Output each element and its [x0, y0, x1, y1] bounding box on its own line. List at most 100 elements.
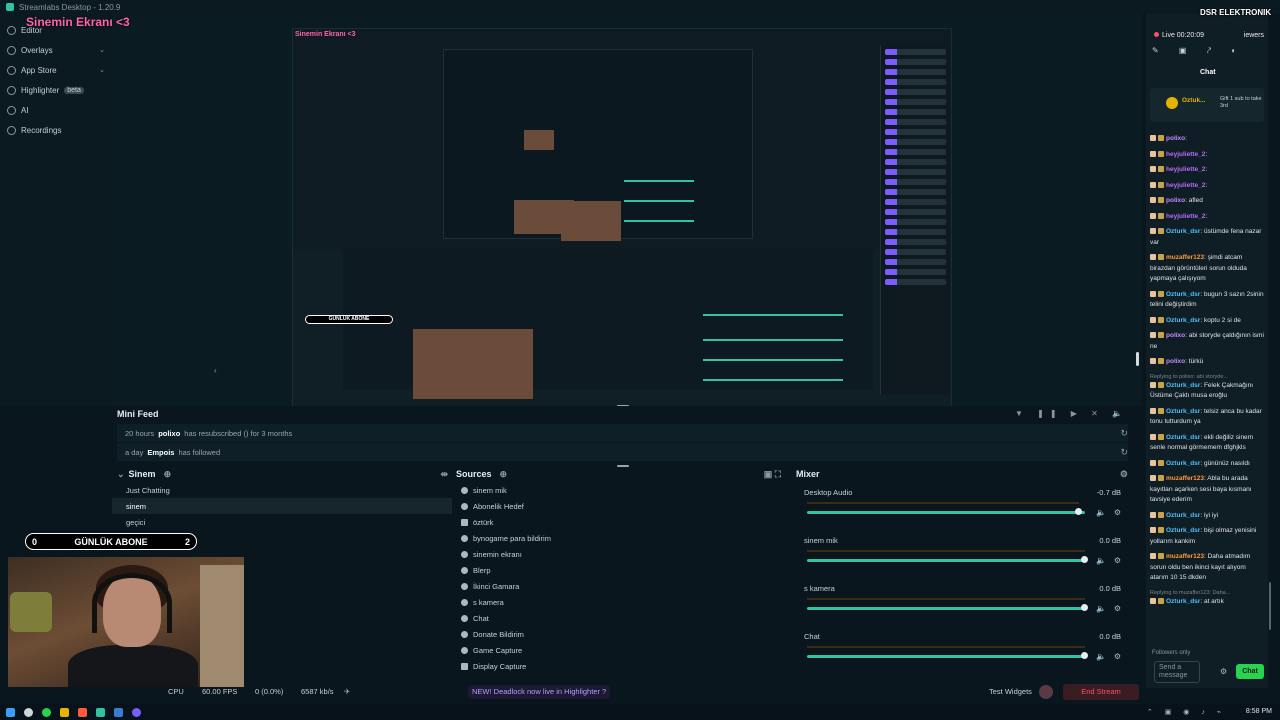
gear-icon[interactable]: ⚙: [1114, 508, 1121, 517]
sidebar-item-highlighter[interactable]: Highlighter beta: [0, 80, 112, 100]
collapse-sidebar-icon[interactable]: ‹: [214, 366, 217, 375]
volume-knob[interactable]: [1081, 604, 1088, 611]
discord-icon[interactable]: [132, 707, 141, 717]
gift-badge-icon: [1158, 332, 1164, 338]
test-widgets-button[interactable]: Test Widgets: [989, 687, 1032, 696]
gear-icon[interactable]: ⚙: [1120, 469, 1128, 480]
streamlabs-icon[interactable]: [96, 707, 105, 717]
chat-username[interactable]: polixo: [1166, 135, 1185, 142]
windows-start-icon[interactable]: [6, 707, 15, 717]
sub-badge-icon: [1150, 358, 1156, 364]
source-item[interactable]: s kamera: [452, 594, 787, 610]
chat-username[interactable]: Ozturk_dsr: [1166, 317, 1200, 324]
speaker-icon[interactable]: 🔈: [1096, 556, 1106, 565]
chat-username[interactable]: muzaffer123: [1166, 254, 1204, 261]
gear-icon[interactable]: ⚙: [1114, 652, 1121, 661]
chat-username[interactable]: heyjuliette_2: [1166, 182, 1205, 189]
chat-message: Ozturk_dsr: gününüz nasıldı: [1150, 459, 1264, 470]
scene-item[interactable]: geçici: [112, 514, 452, 530]
sidebar-item-recordings[interactable]: Recordings: [0, 120, 112, 140]
feed-controls[interactable]: ▼ ❚❚ ▶ ✕ 🔈: [1015, 409, 1128, 418]
sub-badge-icon: [1150, 433, 1156, 440]
gear-icon[interactable]: ⚙: [1220, 667, 1227, 676]
source-item[interactable]: Display Capture: [452, 658, 787, 674]
sidebar-item-ai[interactable]: AI: [0, 100, 112, 120]
volume-slider[interactable]: [807, 511, 1085, 514]
record-button[interactable]: [1039, 685, 1053, 699]
chat-username[interactable]: muzaffer123: [1166, 475, 1204, 482]
speaker-icon[interactable]: 🔈: [1096, 604, 1106, 613]
source-item[interactable]: öztürk: [452, 514, 787, 530]
chat-resize-handle[interactable]: [1136, 352, 1139, 366]
sidebar-item-app-store[interactable]: App Store ⌄: [0, 60, 112, 80]
chat-username[interactable]: polixo: [1166, 332, 1185, 339]
chat-username[interactable]: heyjuliette_2: [1166, 151, 1205, 158]
scene-collection-title[interactable]: Sinem: [129, 469, 156, 479]
sub-badge-icon: [1150, 135, 1156, 141]
sidebar-item-overlays[interactable]: Overlays ⌄: [0, 40, 112, 60]
highlighter-announcement[interactable]: NEW! Deadlock now live in Highlighter ?: [468, 685, 611, 699]
end-stream-button[interactable]: End Stream: [1063, 684, 1139, 700]
volume-knob[interactable]: [1081, 652, 1088, 659]
source-item[interactable]: Blerp: [452, 562, 787, 578]
chat-username[interactable]: muzaffer123: [1166, 553, 1204, 560]
chat-username[interactable]: polixo: [1166, 197, 1185, 204]
source-item[interactable]: sinem mik: [452, 482, 787, 498]
source-item[interactable]: Donate Bildirim: [452, 626, 787, 642]
chat-username[interactable]: Ozturk_dsr: [1166, 460, 1200, 467]
chat-username[interactable]: Ozturk_dsr: [1166, 228, 1200, 235]
source-item[interactable]: Game Capture: [452, 642, 787, 658]
system-tray[interactable]: ⌃ ▣ ◉ ♪ ⌁: [1147, 708, 1226, 716]
scene-item-active[interactable]: sinem: [112, 498, 452, 514]
chat-username[interactable]: Ozturk_dsr: [1166, 598, 1200, 605]
scene-item[interactable]: Just Chatting: [112, 482, 452, 498]
chat-username[interactable]: Ozturk_dsr: [1166, 382, 1200, 389]
feed-user[interactable]: Empois: [147, 448, 174, 457]
gift-badge-icon: [1158, 181, 1164, 188]
volume-slider[interactable]: [807, 655, 1085, 658]
gear-icon[interactable]: ⚙: [1114, 604, 1121, 613]
channel-db: -0.7 dB: [1096, 488, 1121, 497]
stream-preview[interactable]: Sinemin Ekranı <3 GÜNLÜK ABONE ‹: [112, 14, 1142, 412]
chat-username[interactable]: polixo: [1166, 358, 1185, 365]
volume-slider[interactable]: [807, 559, 1085, 562]
chat-username[interactable]: heyjuliette_2: [1166, 213, 1205, 220]
add-scene-icon[interactable]: ⊕: [164, 469, 172, 480]
add-source-icon[interactable]: ⊕: [500, 469, 508, 480]
source-item[interactable]: Chat: [452, 610, 787, 626]
chat-username[interactable]: Ozturk_dsr: [1166, 512, 1200, 519]
leader-name: Oztuk...: [1182, 97, 1206, 104]
browser-icon[interactable]: [78, 707, 87, 717]
source-item[interactable]: sinemin ekranı: [452, 546, 787, 562]
chat-username[interactable]: Ozturk_dsr: [1166, 527, 1200, 534]
app-icon[interactable]: [114, 707, 123, 717]
chat-toolbar[interactable]: ✎ ▣ ⤤ ◐: [1152, 46, 1268, 56]
chat-tab[interactable]: Chat: [1200, 69, 1216, 76]
whatsapp-icon[interactable]: [42, 707, 51, 717]
search-icon[interactable]: [24, 707, 33, 717]
feed-user[interactable]: polixo: [158, 429, 180, 438]
chat-username[interactable]: Ozturk_dsr: [1166, 408, 1200, 415]
repeat-alert-icon[interactable]: ↻: [1120, 428, 1128, 439]
file-explorer-icon[interactable]: [60, 707, 69, 717]
fps-readout: 60.00 FPS: [202, 687, 238, 696]
chat-input[interactable]: Send a message: [1154, 661, 1200, 683]
source-tools-icon[interactable]: ▣ ⛶: [764, 469, 781, 480]
source-item[interactable]: bynogame para bildirim: [452, 530, 787, 546]
chat-username[interactable]: Ozturk_dsr: [1166, 434, 1200, 441]
gear-icon[interactable]: ⚙: [1114, 556, 1121, 565]
repeat-alert-icon[interactable]: ↻: [1120, 447, 1128, 458]
source-item[interactable]: Abonelik Hedef: [452, 498, 787, 514]
nested-webcam: [413, 329, 533, 399]
chat-username[interactable]: Ozturk_dsr: [1166, 291, 1200, 298]
speaker-icon[interactable]: 🔈: [1096, 508, 1106, 517]
volume-knob[interactable]: [1081, 556, 1088, 563]
chat-scrollbar[interactable]: [1269, 582, 1271, 630]
volume-slider[interactable]: [807, 607, 1085, 610]
speaker-icon[interactable]: 🔈: [1096, 652, 1106, 661]
chevron-down-icon[interactable]: ⌄: [117, 469, 125, 480]
send-chat-button[interactable]: Chat: [1236, 664, 1264, 679]
scene-transition-icon[interactable]: ⇹: [440, 469, 448, 480]
source-item[interactable]: İkinci Gamara: [452, 578, 787, 594]
chat-username[interactable]: heyjuliette_2: [1166, 166, 1205, 173]
